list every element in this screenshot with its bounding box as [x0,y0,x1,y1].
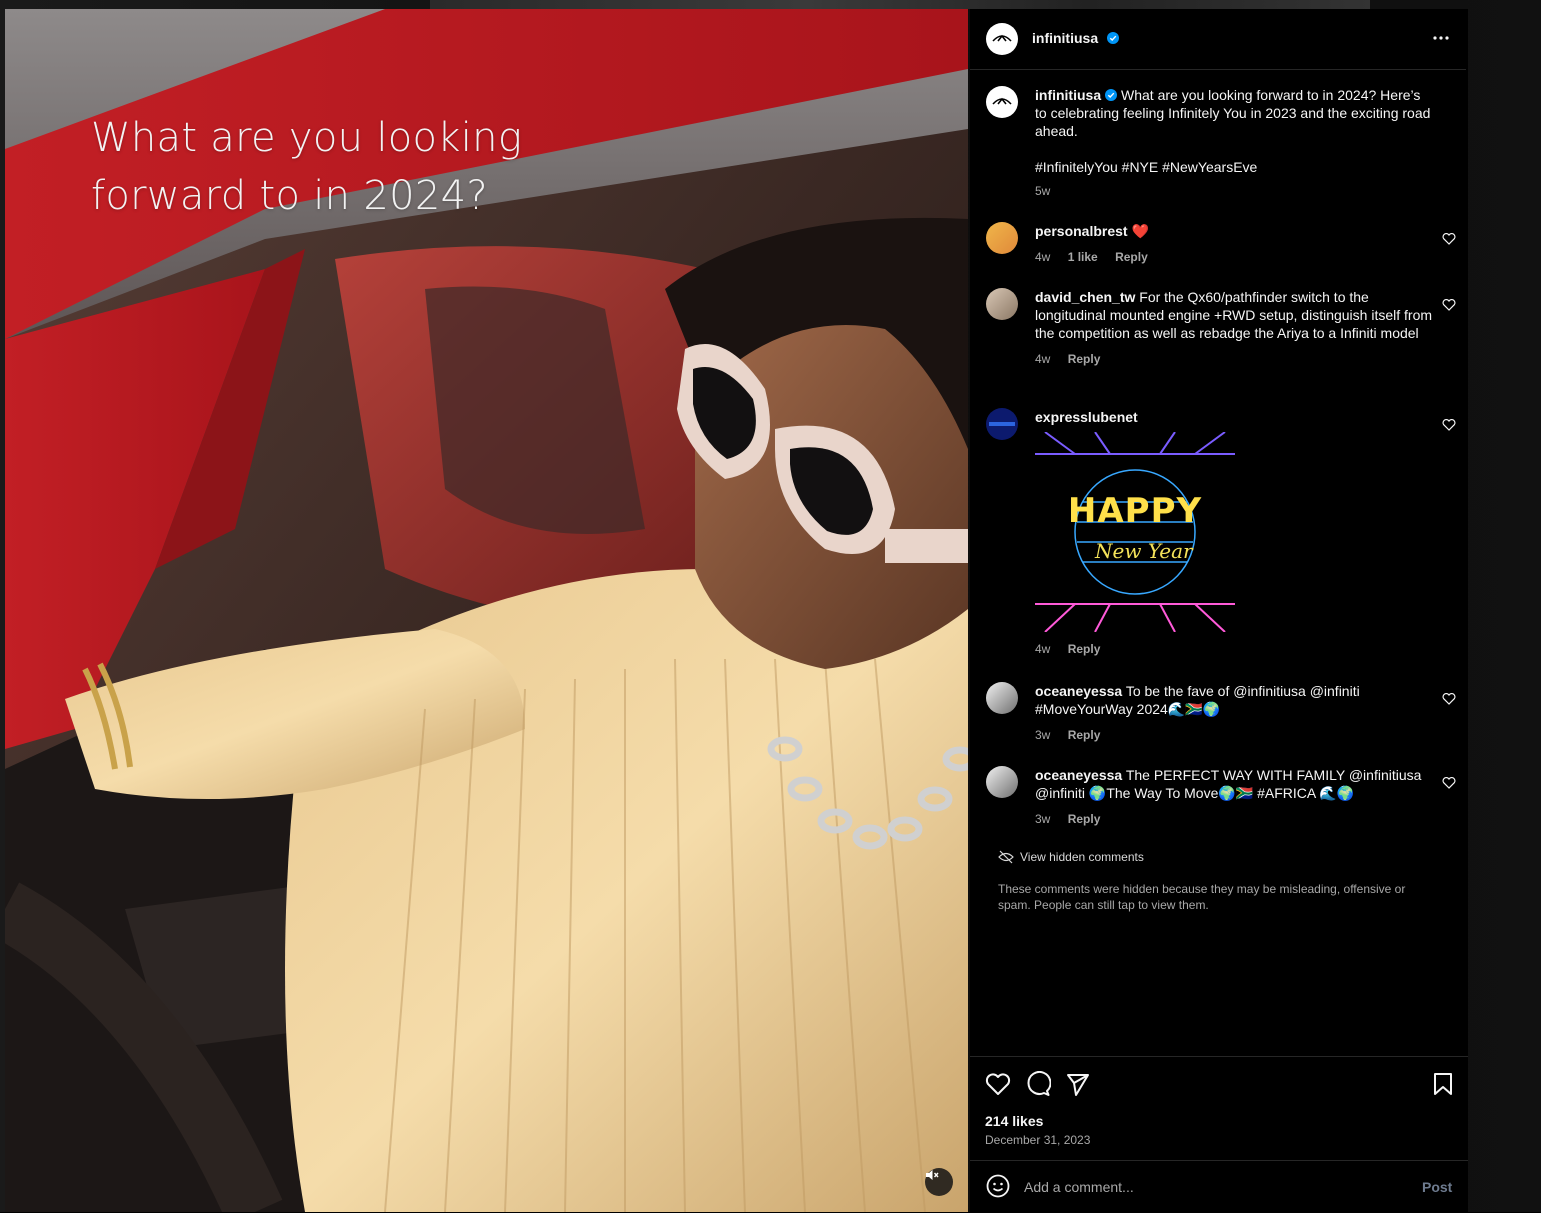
reply-button[interactable]: Reply [1068,352,1101,366]
view-hidden-comments-link[interactable]: View hidden comments [998,850,1144,864]
commenter-avatar[interactable] [986,408,1018,440]
comment-bubble-icon[interactable] [1025,1071,1051,1097]
commenter-avatar[interactable] [986,682,1018,714]
heart-icon[interactable] [985,1071,1011,1097]
reply-button[interactable]: Reply [1068,642,1101,656]
view-hidden-comments-label[interactable]: View hidden comments [1020,850,1144,864]
likes-count[interactable]: 214 likes [985,1113,1043,1129]
caption-hashtags[interactable]: #InfinitelyYou #NYE #NewYearsEve [1035,158,1435,176]
more-options-icon [1433,36,1449,40]
post-side-panel: infinitiusa infinitiusa What are you loo… [970,9,1468,1212]
reply-button[interactable]: Reply [1068,728,1101,742]
comment-time[interactable]: 4w [1035,352,1050,366]
comment-likes[interactable]: 1 like [1068,250,1098,264]
verified-badge-icon [1106,32,1119,44]
commenter-avatar[interactable] [986,766,1018,798]
backdrop-strip [430,0,1370,9]
gif-text-new-year: New Year [1095,539,1193,563]
reply-button[interactable]: Reply [1115,250,1148,264]
comment-time[interactable]: 3w [1035,728,1050,742]
eye-off-icon [998,850,1014,864]
post-comment-button[interactable]: Post [1422,1179,1452,1195]
comment-body: personalbrest ❤️ 4w 1 like Reply [1035,222,1435,266]
comment-body: oceaneyessa The PERFECT WAY WITH FAMILY … [1035,766,1435,828]
speaker-muted-icon [926,1170,939,1180]
infiniti-logo-icon [992,97,1012,105]
comment-composer: Post [970,1160,1468,1213]
author-avatar[interactable] [986,86,1018,118]
heart-icon[interactable] [1442,776,1456,790]
comment-username[interactable]: personalbrest [1035,223,1128,239]
comment-time[interactable]: 4w [1035,642,1050,656]
comment-username[interactable]: oceaneyessa [1035,683,1122,699]
heart-icon[interactable] [1442,232,1456,246]
emoji-icon[interactable] [986,1174,1010,1198]
mute-button[interactable] [925,1168,953,1196]
caption-body: infinitiusa What are you looking forward… [1035,86,1435,200]
reply-button[interactable]: Reply [1068,812,1101,826]
post-media[interactable]: What are you looking forward to in 2024? [5,9,968,1212]
commenter-avatar[interactable] [986,288,1018,320]
expresslube-logo-icon [989,422,1015,426]
comment-username[interactable]: oceaneyessa [1035,767,1122,783]
author-username[interactable]: infinitiusa [1032,30,1098,46]
comment-body: david_chen_tw For the Qx60/pathfinder sw… [1035,288,1435,368]
heart-icon[interactable] [1442,298,1456,312]
author-avatar[interactable] [986,23,1018,55]
comment-gif[interactable]: HAPPY New Year [1035,431,1235,633]
media-caption-text: What are you looking forward to in 2024? [91,115,523,219]
comment-body: expresslubenet HAPPY New Year 4w Reply [1035,408,1435,658]
comment-body: oceaneyessa To be the fave of @infinitiu… [1035,682,1435,744]
comment-username[interactable]: david_chen_tw [1035,289,1135,305]
post-header: infinitiusa [970,9,1466,70]
infiniti-logo-icon [992,34,1012,42]
post-date[interactable]: December 31, 2023 [985,1133,1090,1147]
author-name-row: infinitiusa [1032,30,1119,48]
gif-text-happy: HAPPY [1067,491,1203,531]
gif-background [1035,431,1235,633]
post-actions: 214 likes December 31, 2023 [970,1056,1468,1160]
caption-time[interactable]: 5w [1035,184,1050,198]
paper-plane-icon[interactable] [1065,1071,1091,1097]
caption-username[interactable]: infinitiusa [1035,87,1101,103]
bookmark-icon[interactable] [1430,1071,1456,1097]
comments-list[interactable]: infinitiusa What are you looking forward… [970,70,1466,1055]
comment-time[interactable]: 3w [1035,812,1050,826]
comment-time[interactable]: 4w [1035,250,1050,264]
comment-input[interactable] [1022,1175,1386,1199]
comment-username[interactable]: expresslubenet [1035,409,1138,425]
more-options-button[interactable] [1430,27,1452,49]
heart-icon[interactable] [1442,692,1456,706]
verified-badge-icon [1105,89,1118,101]
commenter-avatar[interactable] [986,222,1018,254]
hidden-comments-note: These comments were hidden because they … [998,882,1406,912]
comment-text: ❤️ [1131,223,1149,239]
heart-icon[interactable] [1442,418,1456,432]
